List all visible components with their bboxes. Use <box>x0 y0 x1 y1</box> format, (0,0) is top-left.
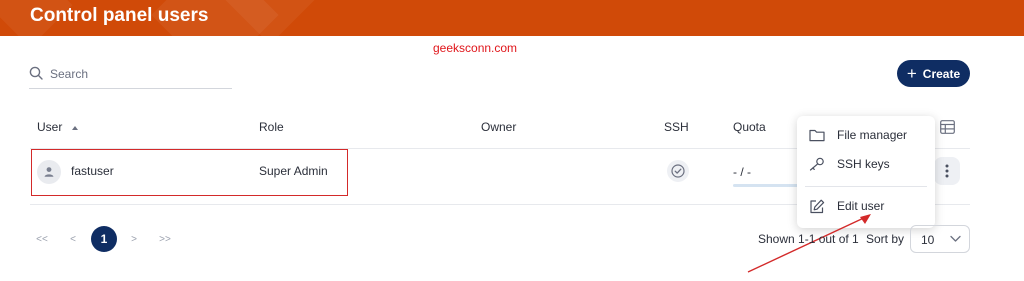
pagination-prev-button[interactable]: < <box>60 226 86 252</box>
avatar <box>37 160 61 184</box>
column-header-user[interactable]: User <box>37 120 79 134</box>
row-actions-button[interactable] <box>934 157 960 185</box>
role-cell: Super Admin <box>259 164 328 178</box>
menu-item-file-manager[interactable]: File manager <box>797 121 935 149</box>
search-icon <box>29 66 43 80</box>
search-field[interactable] <box>29 62 232 89</box>
page-title: Control panel users <box>30 5 209 26</box>
search-input[interactable] <box>50 64 220 84</box>
column-header-quota[interactable]: Quota <box>733 120 766 134</box>
pagination-next-button[interactable]: > <box>121 226 147 252</box>
menu-item-label: File manager <box>837 128 908 142</box>
pagination-first-button[interactable]: << <box>29 226 55 252</box>
column-header-role[interactable]: Role <box>259 120 284 134</box>
user-icon <box>44 167 54 177</box>
create-user-button[interactable]: + Create <box>897 60 970 87</box>
sort-by-label: Sort by <box>866 232 905 246</box>
key-icon <box>809 157 824 171</box>
menu-item-ssh-keys[interactable]: SSH keys <box>797 150 935 178</box>
pagination-page-current[interactable]: 1 <box>91 226 117 252</box>
user-name-link[interactable]: fastuser <box>71 164 114 178</box>
plus-icon: + <box>906 63 917 83</box>
column-header-ssh[interactable]: SSH <box>664 120 689 134</box>
ssh-status <box>667 160 689 182</box>
pagination-last-button[interactable]: >> <box>152 226 178 252</box>
per-page-value: 10 <box>921 233 935 247</box>
results-count: Shown 1-1 out of 1 <box>758 232 859 246</box>
create-button-label: Create <box>922 66 961 81</box>
folder-icon <box>809 129 825 142</box>
column-header-owner[interactable]: Owner <box>481 120 516 134</box>
menu-divider <box>805 186 927 187</box>
menu-item-label: SSH keys <box>837 157 890 171</box>
page-header: Control panel users <box>0 0 1024 36</box>
more-vertical-icon <box>945 164 949 178</box>
per-page-select[interactable]: 10 <box>910 225 970 253</box>
watermark-text: geeksconn.com <box>433 41 518 55</box>
chevron-down-icon <box>950 235 961 242</box>
table-columns-icon[interactable] <box>940 120 955 134</box>
quota-cell: - / - <box>733 165 751 179</box>
column-header-label: User <box>37 120 63 134</box>
check-circle-icon <box>671 164 685 178</box>
quota-progress-bar <box>733 184 803 187</box>
sort-ascending-icon <box>71 125 78 130</box>
